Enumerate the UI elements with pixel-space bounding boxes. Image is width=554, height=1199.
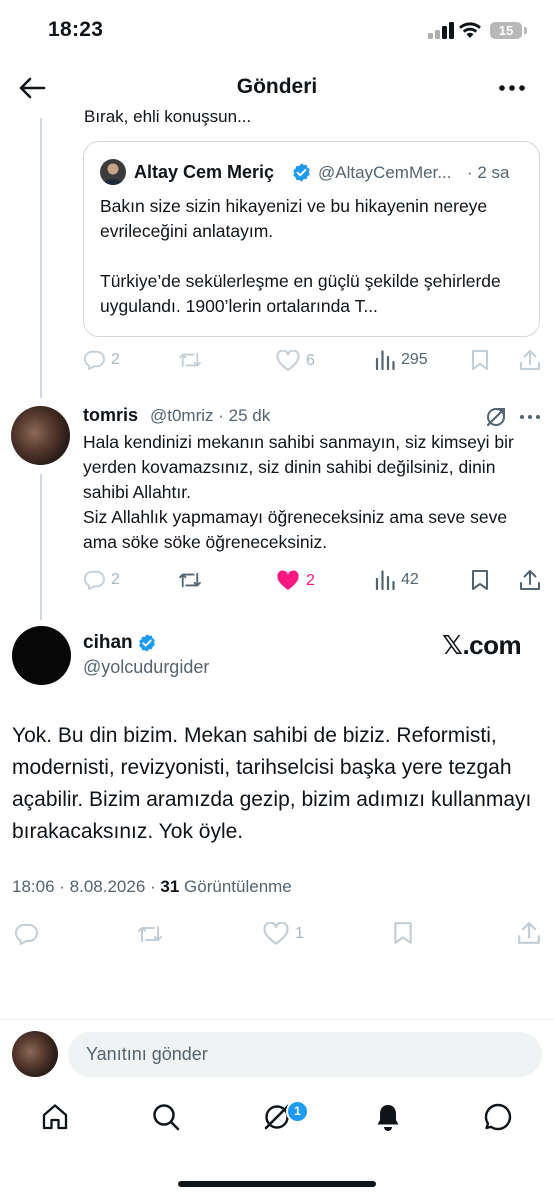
reply-author-name[interactable]: tomris [83, 405, 138, 426]
share-button[interactable] [517, 921, 547, 945]
tab-search[interactable] [151, 1102, 181, 1132]
reply-count: 2 [111, 351, 120, 368]
author-handle[interactable]: @yolcudurgider [83, 657, 209, 678]
reply-body: Hala kendinizi mekanın sahibi sanmayın, … [83, 432, 514, 552]
tweet-timestamp[interactable]: 18:06 · 8.08.2026 · [12, 877, 160, 896]
share-button[interactable] [519, 569, 547, 591]
cellular-signal-icon [428, 22, 456, 39]
quote-author-name: Altay Cem Meriç [134, 162, 275, 182]
like-button[interactable]: 1 [263, 922, 304, 946]
parent-share-button[interactable] [519, 349, 547, 371]
page-title: Gönderi [236, 75, 318, 98]
status-time: 18:23 [48, 18, 104, 41]
parent-bookmark-button[interactable] [471, 349, 495, 371]
xcom-watermark: 𝕏.com [442, 630, 522, 660]
verified-badge-icon [291, 162, 312, 183]
reply-input[interactable]: Yanıtını gönder [68, 1032, 542, 1077]
wifi-icon [458, 20, 482, 40]
reply-count: 2 [111, 571, 120, 588]
quote-timestamp: · 2 sa [467, 163, 510, 182]
avatar [12, 1031, 58, 1077]
views-count: 31 [160, 877, 180, 896]
tweet-body: Yok. Bu din bizim. Mekan sahibi de biziz… [12, 724, 532, 843]
more-options-icon[interactable] [498, 80, 526, 96]
divider [0, 1019, 554, 1020]
views-button[interactable]: 42 [375, 570, 419, 590]
like-count: 1 [295, 925, 304, 942]
parent-views-button[interactable]: 295 [375, 350, 428, 370]
quote-author-handle: @AltayCemMer... [318, 163, 452, 182]
quote-paragraph: Bakın size sizin hikayenizi ve bu hikaye… [100, 196, 488, 241]
views-count: 42 [401, 571, 419, 588]
reply-handle-time: @t0mriz · 25 dk [150, 406, 271, 425]
retweet-button[interactable] [137, 923, 169, 945]
avatar[interactable] [12, 626, 71, 685]
thread-line [40, 474, 42, 620]
views-label: Görüntülenme [179, 877, 292, 896]
views-count: 295 [401, 351, 428, 368]
tab-home[interactable] [40, 1102, 70, 1132]
thread-line [40, 118, 42, 398]
parent-reply-button[interactable]: 2 [83, 350, 120, 370]
reply-button[interactable]: 2 [83, 570, 120, 590]
parent-like-button[interactable]: 6 [276, 350, 315, 372]
parent-retweet-button[interactable] [178, 350, 208, 370]
bookmark-button[interactable] [471, 569, 495, 591]
quote-body: Bakın size sizin hikayenizi ve bu hikaye… [100, 194, 525, 319]
like-count: 2 [306, 572, 315, 589]
parent-tweet-clipped-text: Bırak, ehli konuşsun... [84, 108, 252, 126]
quote-paragraph: Türkiye’de sekülerleşme en güçlü şekilde… [100, 271, 501, 316]
reply-button[interactable] [14, 923, 44, 945]
like-button[interactable]: 2 [276, 570, 315, 592]
tweet-meta: 18:06 · 8.08.2026 · 31 Görüntülenme [12, 877, 292, 897]
tab-messages[interactable] [483, 1102, 513, 1132]
bookmark-button[interactable] [393, 921, 419, 945]
more-options-icon[interactable] [519, 413, 541, 421]
quote-avatar [100, 159, 126, 185]
notification-badge: 1 [286, 1100, 309, 1123]
quoted-tweet-card[interactable]: Altay Cem Meriç @AltayCemMer... · 2 sa B… [83, 141, 540, 337]
avatar[interactable] [11, 406, 70, 465]
battery-indicator: 15 [490, 22, 522, 39]
home-indicator [178, 1181, 376, 1187]
battery-tip [524, 27, 527, 34]
tab-notifications[interactable] [373, 1102, 403, 1132]
retweet-button[interactable] [178, 570, 208, 590]
grok-icon[interactable] [485, 406, 507, 428]
like-count: 6 [306, 352, 315, 369]
author-name[interactable]: cihan [83, 632, 133, 654]
verified-badge-icon [137, 633, 157, 653]
